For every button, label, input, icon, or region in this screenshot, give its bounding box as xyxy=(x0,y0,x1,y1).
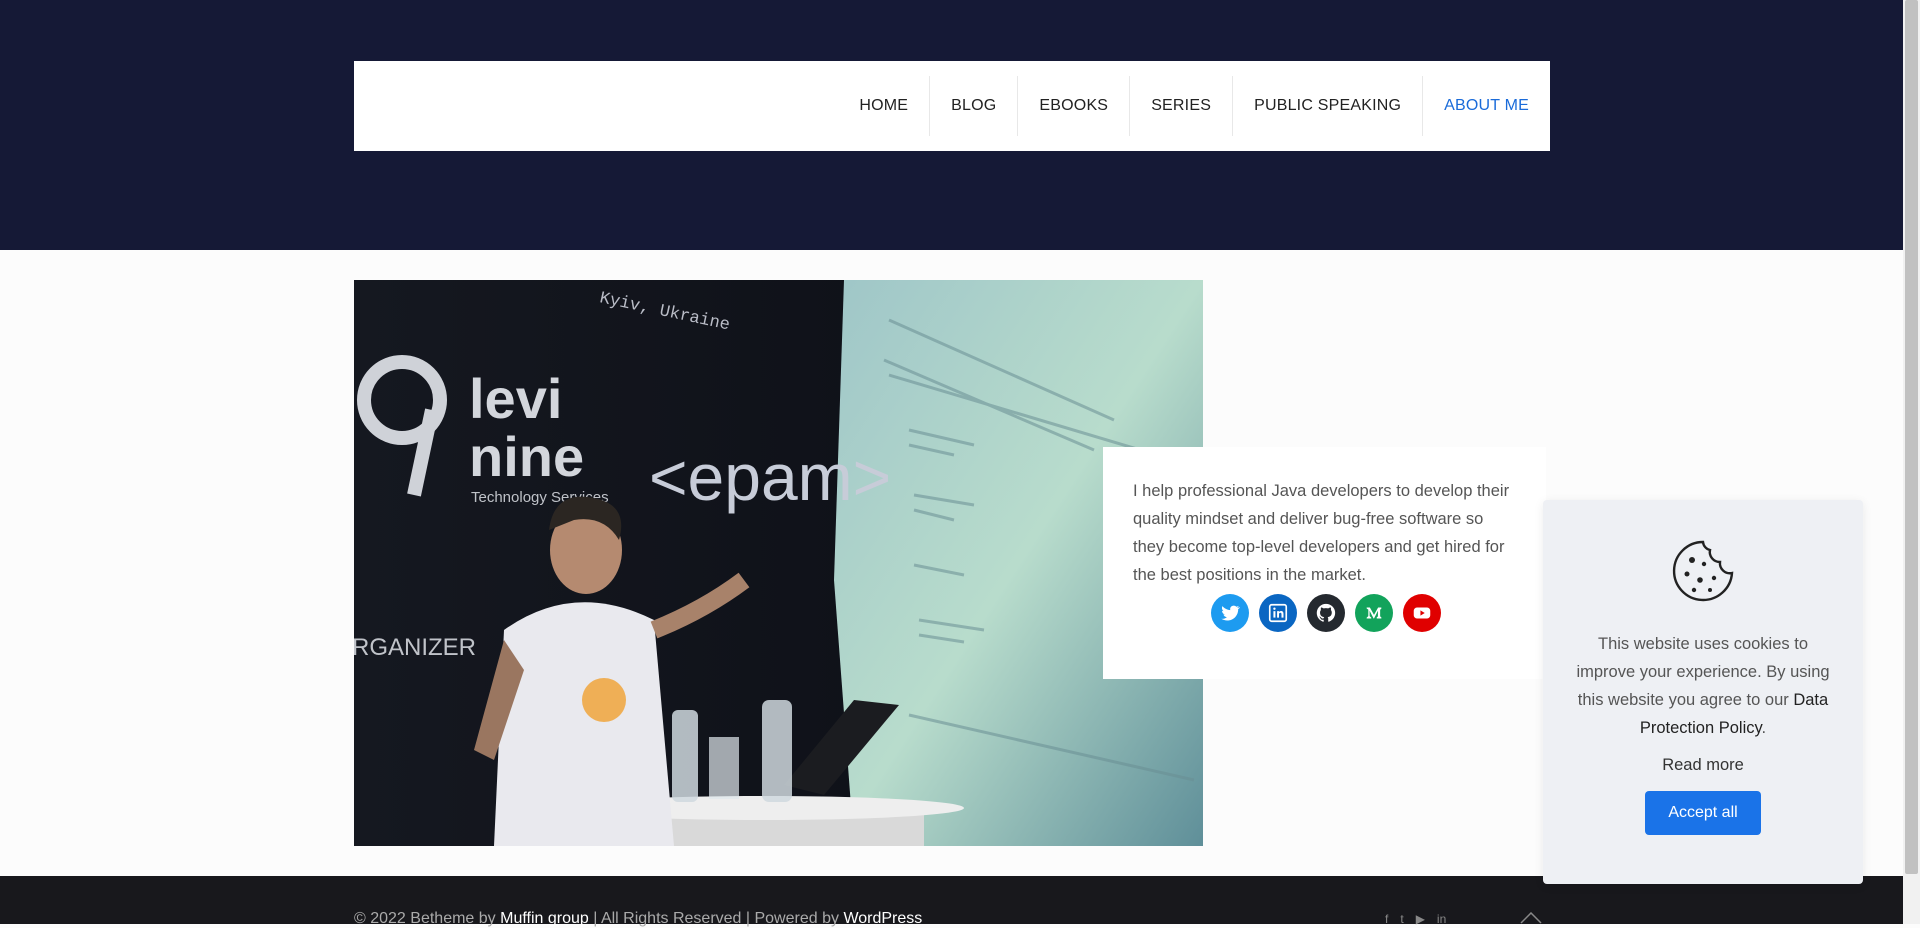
muffin-group-link[interactable]: Muffin group xyxy=(500,910,589,927)
brand-epam: <epam> xyxy=(649,440,891,514)
nav-about-me[interactable]: ABOUT ME xyxy=(1422,76,1550,136)
side-banner-text: RGANIZER xyxy=(354,634,476,661)
read-more-link[interactable]: Read more xyxy=(1662,756,1744,775)
github-icon xyxy=(1316,603,1335,622)
scrollbar-thumb[interactable] xyxy=(1905,0,1918,874)
rights-text: | All Rights Reserved | Powered by xyxy=(593,910,839,927)
cookie-message: This website uses cookies to improve you… xyxy=(1572,630,1834,742)
copyright-text: © 2022 Betheme by xyxy=(354,910,496,927)
nav-home[interactable]: HOME xyxy=(838,76,929,136)
intro-text: I help professional Java developers to d… xyxy=(1133,482,1510,584)
intro-card: I help professional Java developers to d… xyxy=(1103,447,1546,679)
main-navigation: HOME BLOG EBOOKS SERIES PUBLIC SPEAKING … xyxy=(354,61,1550,151)
accept-all-button[interactable]: Accept all xyxy=(1645,791,1761,835)
github-link[interactable] xyxy=(1306,594,1345,632)
nav-ebooks[interactable]: EBOOKS xyxy=(1017,76,1129,136)
linkedin-icon xyxy=(1268,603,1287,623)
social-links xyxy=(1133,594,1518,632)
nav-public-speaking[interactable]: PUBLIC SPEAKING xyxy=(1232,76,1422,136)
footer-copyright: © 2022 Betheme by Muffin group | All Rig… xyxy=(354,910,922,928)
linkedin-link[interactable] xyxy=(1258,594,1297,632)
brand-nine: nine xyxy=(469,425,584,488)
twitter-icon xyxy=(1220,605,1240,621)
page-scrollbar[interactable] xyxy=(1903,0,1920,924)
speaker-photo-illustration: Kyiv, Ukraine levi nine Technology Servi… xyxy=(354,280,1203,846)
speaker-photo: Kyiv, Ukraine levi nine Technology Servi… xyxy=(354,280,1203,846)
youtube-link[interactable] xyxy=(1402,594,1441,632)
medium-link[interactable] xyxy=(1354,594,1393,632)
brand-levi: levi xyxy=(469,367,562,430)
twitter-link[interactable] xyxy=(1210,594,1249,632)
cookie-consent-panel: This website uses cookies to improve you… xyxy=(1543,500,1863,884)
cookie-message-text: This website uses cookies to improve you… xyxy=(1576,635,1830,709)
youtube-icon xyxy=(1413,607,1430,619)
medium-icon xyxy=(1366,607,1381,619)
nav-blog[interactable]: BLOG xyxy=(929,76,1017,136)
cookie-icon xyxy=(1672,540,1734,602)
back-to-top-icon[interactable] xyxy=(1520,912,1542,924)
nav-series[interactable]: SERIES xyxy=(1129,76,1232,136)
cookie-message-period: . xyxy=(1761,719,1767,737)
wordpress-link[interactable]: WordPress xyxy=(843,910,922,927)
